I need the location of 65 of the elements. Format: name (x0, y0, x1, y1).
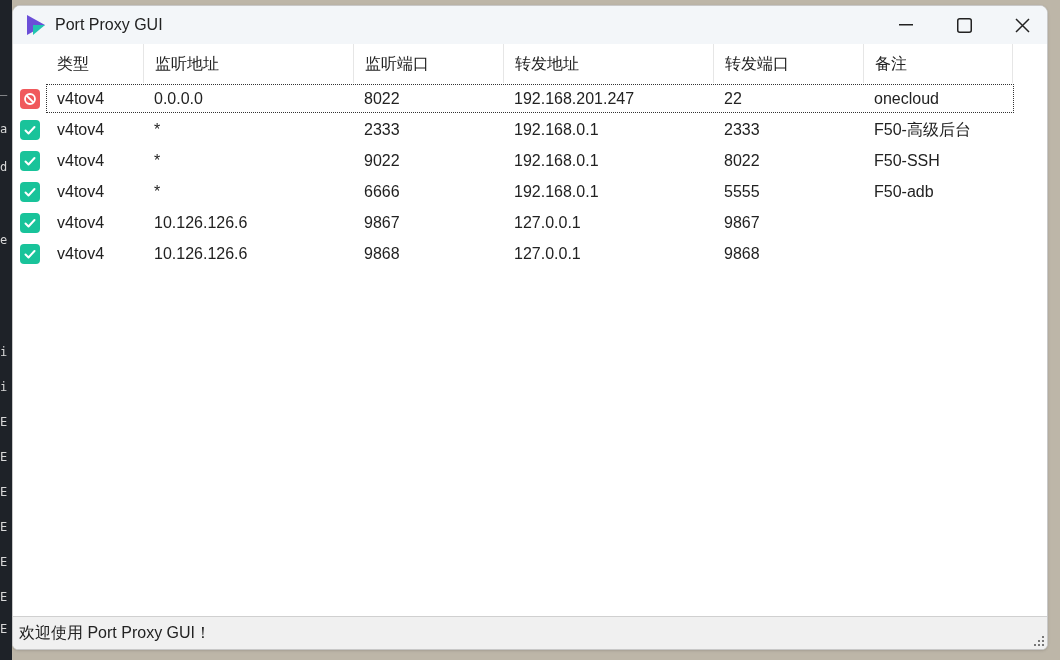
table-cell-text: v4tov4 (57, 150, 105, 171)
checkbox-icon[interactable] (20, 119, 40, 140)
table-cell-text: 8022 (364, 88, 400, 109)
table-cell-text: 9868 (364, 243, 400, 264)
window-title: Port Proxy GUI (55, 15, 163, 35)
table-cell-text: 127.0.0.1 (514, 212, 581, 233)
table-cell-text: 2333 (724, 119, 760, 140)
table-cell-text: 0.0.0.0 (154, 88, 203, 109)
table-cell-text: 8022 (724, 150, 760, 171)
app-logo-icon (25, 14, 47, 36)
terminal-text: E (0, 485, 8, 499)
table-cell-text: v4tov4 (57, 88, 105, 109)
table-cell-text: 9867 (364, 212, 400, 233)
table-cell-text: 192.168.0.1 (514, 119, 599, 140)
table-cell-text: 22 (724, 88, 742, 109)
terminal-text: _ (0, 82, 8, 96)
status-text: 欢迎使用 Port Proxy GUI！ (19, 623, 212, 643)
terminal-text: d (0, 160, 8, 174)
table-cell-text: 2333 (364, 119, 400, 140)
terminal-text: e (0, 233, 8, 247)
table-cell-text: * (154, 119, 161, 140)
table-cell-text: F50-高级后台 (874, 119, 971, 140)
table-cell-text: 10.126.126.6 (154, 212, 248, 233)
terminal-text: E (0, 622, 8, 636)
table-cell-text: 9022 (364, 150, 400, 171)
terminal-text: E (0, 590, 8, 604)
close-icon (1014, 17, 1030, 33)
table-row[interactable]: v4tov4 * 6666 192.168.0.1 5555 F50-adb (46, 177, 1014, 206)
table-row[interactable]: v4tov4 10.126.126.6 9868 127.0.0.1 9868 (46, 239, 1014, 268)
terminal-text: E (0, 520, 8, 534)
maximize-icon (956, 17, 972, 33)
checkbox-icon[interactable] (20, 150, 40, 171)
table-cell-text: v4tov4 (57, 181, 105, 202)
table-cell-text: 5555 (724, 181, 760, 202)
table-cell-text: * (154, 150, 161, 171)
checkbox-icon[interactable] (20, 181, 40, 202)
table-cell-text: F50-SSH (874, 150, 940, 171)
table-cell-text: 10.126.126.6 (154, 243, 248, 264)
table-cell-text: F50-adb (874, 181, 934, 202)
terminal-text: E (0, 555, 8, 569)
table-cell-text: v4tov4 (57, 243, 105, 264)
table-cell-text: 9868 (724, 243, 760, 264)
terminal-text: E (0, 415, 8, 429)
table-row[interactable]: v4tov4 0.0.0.0 8022 192.168.201.247 22 onecloud (46, 84, 1014, 113)
terminal-text: i (0, 380, 8, 394)
table-cell-text: 192.168.0.1 (514, 150, 599, 171)
table-cell-text: * (154, 181, 161, 202)
table-cell-text: 192.168.201.247 (514, 88, 635, 109)
table-cell-text: 6666 (364, 181, 400, 202)
table-cell-text: onecloud (874, 88, 939, 109)
checkbox-icon[interactable] (20, 243, 40, 264)
table-cell-text: v4tov4 (57, 212, 105, 233)
resize-grip-icon[interactable] (1033, 635, 1044, 646)
table-row[interactable]: v4tov4 10.126.126.6 9867 127.0.0.1 9867 (46, 208, 1014, 237)
terminal-text: i (0, 345, 8, 359)
table-cell-text: 127.0.0.1 (514, 243, 581, 264)
table-cell-text: v4tov4 (57, 119, 105, 140)
checkbox-icon[interactable] (20, 212, 40, 233)
terminal-text: a (0, 122, 8, 136)
table-cell-text: 192.168.0.1 (514, 181, 599, 202)
terminal-text: E (0, 450, 8, 464)
table-row[interactable]: v4tov4 * 9022 192.168.0.1 8022 F50-SSH (46, 146, 1014, 175)
table-cell-text: 9867 (724, 212, 760, 233)
minimize-icon (899, 24, 913, 26)
table-row[interactable]: v4tov4 * 2333 192.168.0.1 2333 F50-高级后台 (46, 115, 1014, 144)
